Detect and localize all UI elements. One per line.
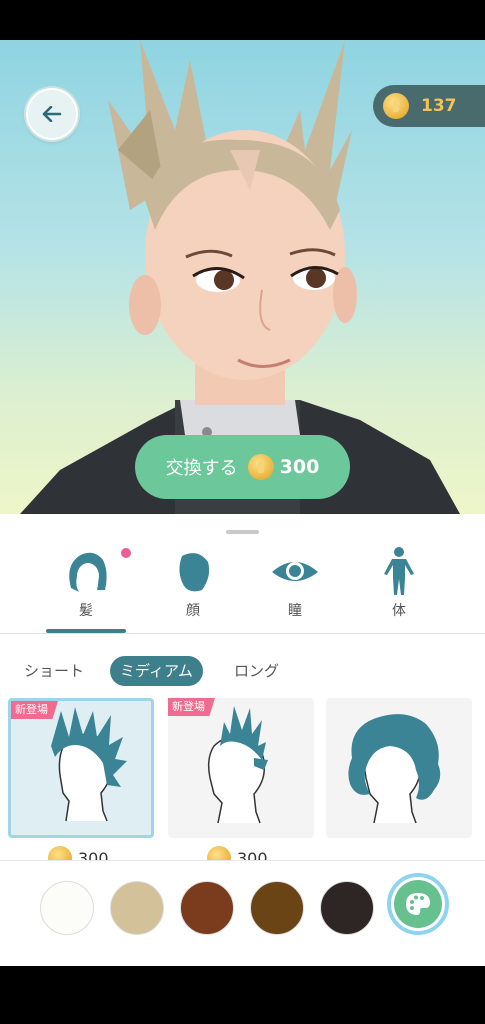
exchange-price: 300 xyxy=(279,456,320,478)
tab-eye[interactable]: 瞳 xyxy=(255,544,335,634)
tab-face[interactable]: 顔 xyxy=(153,544,233,634)
drag-handle[interactable] xyxy=(226,530,259,534)
hair-style-preview xyxy=(207,706,268,824)
status-bar xyxy=(0,0,485,40)
hair-color-bar xyxy=(0,860,485,966)
tab-medium[interactable]: ミディアム xyxy=(110,656,203,686)
custom-color-button[interactable] xyxy=(387,873,449,935)
active-tab-indicator xyxy=(46,629,126,633)
tab-hair-label: 髪 xyxy=(79,603,93,619)
hair-item-grid: 新登場 300 新登場 300 xyxy=(0,698,485,864)
tab-body-label: 体 xyxy=(392,603,406,619)
customize-panel: 髪 顔 瞳 体 ショート ミディアム ロング 新登場 300 新登場 300 xyxy=(0,514,485,966)
category-tabs: 髪 顔 瞳 体 xyxy=(0,544,485,634)
coin-icon xyxy=(383,93,409,119)
hair-icon xyxy=(69,552,107,592)
system-nav-bar xyxy=(0,966,485,1024)
back-button[interactable] xyxy=(26,88,78,140)
face-icon xyxy=(179,553,210,592)
exchange-button[interactable]: 交換する 300 xyxy=(135,435,350,499)
coin-icon xyxy=(247,454,274,480)
tab-long[interactable]: ロング xyxy=(224,656,289,686)
hair-item[interactable] xyxy=(326,698,472,838)
avatar-preview[interactable]: 137 交換する 300 xyxy=(0,40,485,514)
tab-hair[interactable]: 髪 xyxy=(46,544,126,634)
body-icon xyxy=(384,547,414,595)
tab-face-label: 顔 xyxy=(186,603,200,619)
tab-body[interactable]: 体 xyxy=(359,544,439,634)
hair-length-tabs: ショート ミディアム ロング xyxy=(0,654,485,688)
exchange-button-label: 交換する xyxy=(165,458,238,479)
color-swatch-auburn[interactable] xyxy=(180,881,234,935)
eye-icon xyxy=(272,562,318,581)
coin-balance: 137 xyxy=(373,85,485,127)
coin-balance-amount: 137 xyxy=(421,96,457,116)
color-swatch-white[interactable] xyxy=(40,881,94,935)
hair-style-preview xyxy=(348,714,441,824)
color-swatch-brown[interactable] xyxy=(250,881,304,935)
hair-style-preview xyxy=(51,707,127,822)
palette-icon xyxy=(406,893,430,915)
tab-eye-label: 瞳 xyxy=(288,603,302,619)
color-swatch-black[interactable] xyxy=(320,881,374,935)
new-badge: 新登場 xyxy=(168,698,215,716)
hair-item[interactable]: 新登場 xyxy=(168,698,314,838)
hair-item[interactable]: 新登場 xyxy=(8,698,154,838)
arrow-left-icon xyxy=(42,106,62,122)
new-indicator-dot xyxy=(121,548,131,558)
color-swatch-blonde[interactable] xyxy=(110,881,164,935)
new-badge: 新登場 xyxy=(11,701,58,719)
tab-short[interactable]: ショート xyxy=(14,656,94,686)
